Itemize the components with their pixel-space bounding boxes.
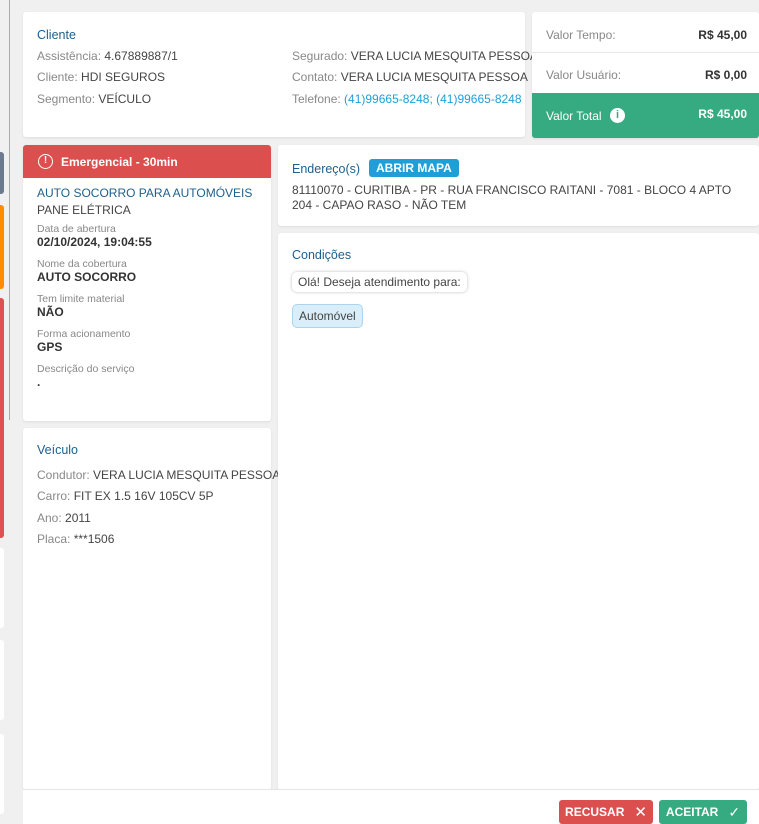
priority-banner: ! Emergencial - 30min bbox=[23, 145, 271, 178]
close-icon: ✕ bbox=[634, 804, 647, 821]
contact-field: Contato: VERA LUCIA MESQUITA PESSOA bbox=[292, 70, 528, 84]
field-label: Nome da cobertura bbox=[37, 258, 127, 270]
field-label: Data de abertura bbox=[37, 223, 116, 235]
values-card: Valor Tempo: R$ 45,00 Valor Usuário: R$ … bbox=[532, 12, 759, 138]
segment-field: Segmento: VEÍCULO bbox=[37, 92, 152, 106]
address-card: Endereço(s) ABRIR MAPA 81110070 - CURITI… bbox=[278, 145, 759, 226]
question-bubble: Olá! Deseja atendimento para: bbox=[292, 272, 467, 292]
plate-field: Placa: ***1506 bbox=[37, 532, 115, 546]
field-label: Tem limite material bbox=[37, 293, 125, 305]
user-value: R$ 0,00 bbox=[704, 68, 747, 82]
service-card: ! Emergencial - 30min AUTO SOCORRO PARA … bbox=[23, 145, 271, 421]
client-title: Cliente bbox=[37, 28, 76, 42]
activation-method: GPS bbox=[37, 340, 63, 354]
field-label: Descrição do serviço bbox=[37, 363, 135, 375]
sidebar-divider bbox=[9, 0, 10, 420]
opening-date: 02/10/2024, 19:04:55 bbox=[37, 235, 152, 249]
year-field: Ano: 2011 bbox=[37, 511, 91, 525]
phone-link[interactable]: (41)99665-8248; (41)99665-8248 bbox=[344, 92, 521, 106]
field-label: Forma acionamento bbox=[37, 328, 131, 340]
service-problem: PANE ELÉTRICA bbox=[37, 203, 131, 217]
open-map-button[interactable]: ABRIR MAPA bbox=[369, 159, 459, 177]
conditions-title: Condições bbox=[292, 248, 352, 262]
queue-tab[interactable] bbox=[0, 548, 4, 628]
queue-tab[interactable] bbox=[0, 734, 4, 814]
queue-tab-gray[interactable] bbox=[0, 152, 4, 194]
vehicle-card: Veículo Condutor: VERA LUCIA MESQUITA PE… bbox=[23, 428, 280, 790]
time-value-label: Valor Tempo: bbox=[546, 28, 616, 42]
conditions-card: Condições Olá! Deseja atendimento para: … bbox=[278, 233, 759, 790]
queue-tab-red[interactable] bbox=[0, 298, 4, 538]
check-icon: ✓ bbox=[728, 803, 741, 820]
material-limit: NÃO bbox=[37, 305, 64, 319]
priority-label: Emergencial - 30min bbox=[61, 154, 178, 169]
insured-field: Segurado: VERA LUCIA MESQUITA PESSOA bbox=[292, 49, 538, 63]
info-icon[interactable]: i bbox=[610, 108, 625, 123]
answer-option[interactable]: Automóvel bbox=[292, 304, 363, 328]
queue-tab[interactable] bbox=[0, 640, 4, 720]
client-card: Cliente Assistência: 4.67889887/1 Client… bbox=[23, 12, 538, 137]
alert-circle-icon: ! bbox=[38, 154, 53, 169]
vehicle-title: Veículo bbox=[37, 443, 79, 457]
client-field: Cliente: HDI SEGUROS bbox=[37, 70, 166, 84]
refuse-button[interactable]: RECUSAR ✕ bbox=[559, 800, 653, 824]
address-title: Endereço(s) bbox=[292, 162, 361, 176]
phone-field: Telefone: (41)99665-8248; (41)99665-8248 bbox=[292, 92, 522, 106]
queue-tab-orange[interactable] bbox=[0, 205, 4, 289]
assistance-field: Assistência: 4.67889887/1 bbox=[37, 49, 178, 63]
accept-button[interactable]: ACEITAR ✓ bbox=[659, 800, 747, 824]
car-field: Carro: FIT EX 1.5 16V 105CV 5P bbox=[37, 489, 214, 503]
time-value: R$ 45,00 bbox=[698, 28, 747, 42]
user-value-label: Valor Usuário: bbox=[546, 68, 622, 82]
total-label: Valor Total bbox=[546, 109, 602, 123]
driver-field: Condutor: VERA LUCIA MESQUITA PESSOA bbox=[37, 468, 281, 482]
service-description: . bbox=[37, 375, 41, 389]
service-name: AUTO SOCORRO PARA AUTOMÓVEIS bbox=[37, 186, 253, 200]
total-value: R$ 45,00 bbox=[698, 107, 747, 121]
total-bar: Valor Total i R$ 45,00 bbox=[532, 93, 759, 138]
address-text: 81110070 - CURITIBA - PR - RUA FRANCISCO… bbox=[292, 183, 732, 212]
coverage-name: AUTO SOCORRO bbox=[37, 270, 137, 284]
